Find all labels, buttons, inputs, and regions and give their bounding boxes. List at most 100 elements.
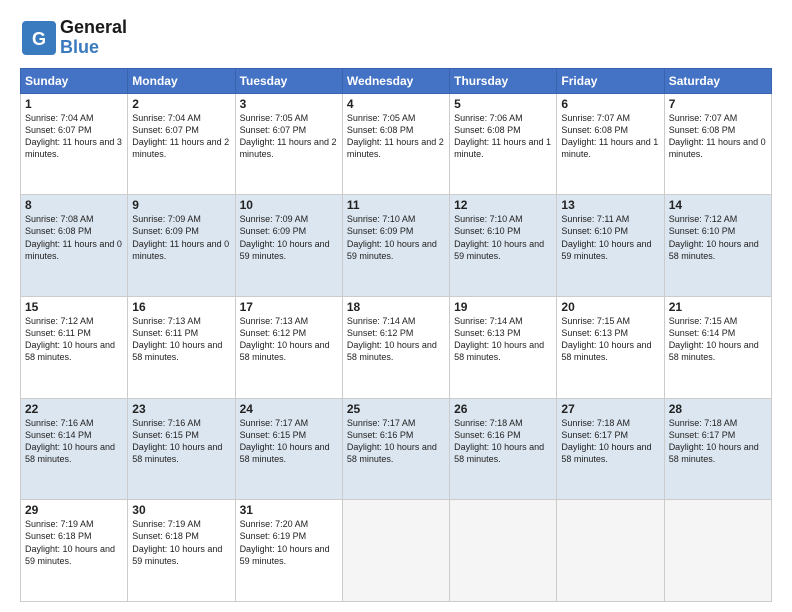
day-number: 5: [454, 97, 552, 111]
day-info: Sunrise: 7:09 AMSunset: 6:09 PMDaylight:…: [240, 213, 338, 262]
table-row: 25Sunrise: 7:17 AMSunset: 6:16 PMDayligh…: [342, 398, 449, 500]
day-info: Sunrise: 7:16 AMSunset: 6:14 PMDaylight:…: [25, 417, 123, 466]
table-row: [342, 500, 449, 602]
day-info: Sunrise: 7:10 AMSunset: 6:09 PMDaylight:…: [347, 213, 445, 262]
day-number: 13: [561, 198, 659, 212]
day-number: 11: [347, 198, 445, 212]
col-tuesday: Tuesday: [235, 68, 342, 93]
day-info: Sunrise: 7:12 AMSunset: 6:11 PMDaylight:…: [25, 315, 123, 364]
calendar-week-row: 8Sunrise: 7:08 AMSunset: 6:08 PMDaylight…: [21, 195, 772, 297]
page: G General Blue Sunday Monday Tuesday Wed…: [0, 0, 792, 612]
day-number: 26: [454, 402, 552, 416]
day-info: Sunrise: 7:05 AMSunset: 6:07 PMDaylight:…: [240, 112, 338, 161]
day-number: 19: [454, 300, 552, 314]
table-row: 18Sunrise: 7:14 AMSunset: 6:12 PMDayligh…: [342, 296, 449, 398]
col-thursday: Thursday: [450, 68, 557, 93]
col-monday: Monday: [128, 68, 235, 93]
day-number: 28: [669, 402, 767, 416]
table-row: 21Sunrise: 7:15 AMSunset: 6:14 PMDayligh…: [664, 296, 771, 398]
col-wednesday: Wednesday: [342, 68, 449, 93]
table-row: 26Sunrise: 7:18 AMSunset: 6:16 PMDayligh…: [450, 398, 557, 500]
table-row: 29Sunrise: 7:19 AMSunset: 6:18 PMDayligh…: [21, 500, 128, 602]
day-info: Sunrise: 7:07 AMSunset: 6:08 PMDaylight:…: [561, 112, 659, 161]
table-row: 27Sunrise: 7:18 AMSunset: 6:17 PMDayligh…: [557, 398, 664, 500]
day-info: Sunrise: 7:07 AMSunset: 6:08 PMDaylight:…: [669, 112, 767, 161]
day-number: 16: [132, 300, 230, 314]
day-number: 1: [25, 97, 123, 111]
day-info: Sunrise: 7:15 AMSunset: 6:13 PMDaylight:…: [561, 315, 659, 364]
table-row: 2Sunrise: 7:04 AMSunset: 6:07 PMDaylight…: [128, 93, 235, 195]
table-row: 20Sunrise: 7:15 AMSunset: 6:13 PMDayligh…: [557, 296, 664, 398]
day-info: Sunrise: 7:17 AMSunset: 6:16 PMDaylight:…: [347, 417, 445, 466]
day-number: 18: [347, 300, 445, 314]
day-number: 25: [347, 402, 445, 416]
calendar-week-row: 1Sunrise: 7:04 AMSunset: 6:07 PMDaylight…: [21, 93, 772, 195]
svg-text:G: G: [32, 29, 46, 49]
day-number: 27: [561, 402, 659, 416]
table-row: 16Sunrise: 7:13 AMSunset: 6:11 PMDayligh…: [128, 296, 235, 398]
table-row: 9Sunrise: 7:09 AMSunset: 6:09 PMDaylight…: [128, 195, 235, 297]
day-number: 6: [561, 97, 659, 111]
day-info: Sunrise: 7:16 AMSunset: 6:15 PMDaylight:…: [132, 417, 230, 466]
day-info: Sunrise: 7:04 AMSunset: 6:07 PMDaylight:…: [132, 112, 230, 161]
table-row: 23Sunrise: 7:16 AMSunset: 6:15 PMDayligh…: [128, 398, 235, 500]
table-row: 15Sunrise: 7:12 AMSunset: 6:11 PMDayligh…: [21, 296, 128, 398]
calendar-week-row: 15Sunrise: 7:12 AMSunset: 6:11 PMDayligh…: [21, 296, 772, 398]
table-row: 30Sunrise: 7:19 AMSunset: 6:18 PMDayligh…: [128, 500, 235, 602]
day-info: Sunrise: 7:08 AMSunset: 6:08 PMDaylight:…: [25, 213, 123, 262]
table-row: 5Sunrise: 7:06 AMSunset: 6:08 PMDaylight…: [450, 93, 557, 195]
col-saturday: Saturday: [664, 68, 771, 93]
table-row: [450, 500, 557, 602]
table-row: 11Sunrise: 7:10 AMSunset: 6:09 PMDayligh…: [342, 195, 449, 297]
day-number: 7: [669, 97, 767, 111]
table-row: 14Sunrise: 7:12 AMSunset: 6:10 PMDayligh…: [664, 195, 771, 297]
table-row: 6Sunrise: 7:07 AMSunset: 6:08 PMDaylight…: [557, 93, 664, 195]
day-number: 22: [25, 402, 123, 416]
table-row: 24Sunrise: 7:17 AMSunset: 6:15 PMDayligh…: [235, 398, 342, 500]
day-info: Sunrise: 7:15 AMSunset: 6:14 PMDaylight:…: [669, 315, 767, 364]
table-row: 13Sunrise: 7:11 AMSunset: 6:10 PMDayligh…: [557, 195, 664, 297]
day-number: 20: [561, 300, 659, 314]
day-number: 24: [240, 402, 338, 416]
day-info: Sunrise: 7:19 AMSunset: 6:18 PMDaylight:…: [25, 518, 123, 567]
table-row: 10Sunrise: 7:09 AMSunset: 6:09 PMDayligh…: [235, 195, 342, 297]
table-row: 12Sunrise: 7:10 AMSunset: 6:10 PMDayligh…: [450, 195, 557, 297]
day-number: 2: [132, 97, 230, 111]
day-number: 17: [240, 300, 338, 314]
day-info: Sunrise: 7:20 AMSunset: 6:19 PMDaylight:…: [240, 518, 338, 567]
col-friday: Friday: [557, 68, 664, 93]
table-row: [557, 500, 664, 602]
table-row: [664, 500, 771, 602]
day-number: 3: [240, 97, 338, 111]
day-number: 9: [132, 198, 230, 212]
day-info: Sunrise: 7:18 AMSunset: 6:17 PMDaylight:…: [669, 417, 767, 466]
day-info: Sunrise: 7:19 AMSunset: 6:18 PMDaylight:…: [132, 518, 230, 567]
day-info: Sunrise: 7:14 AMSunset: 6:13 PMDaylight:…: [454, 315, 552, 364]
header: G General Blue: [20, 18, 772, 58]
day-number: 15: [25, 300, 123, 314]
day-info: Sunrise: 7:18 AMSunset: 6:17 PMDaylight:…: [561, 417, 659, 466]
calendar-week-row: 29Sunrise: 7:19 AMSunset: 6:18 PMDayligh…: [21, 500, 772, 602]
day-info: Sunrise: 7:06 AMSunset: 6:08 PMDaylight:…: [454, 112, 552, 161]
table-row: 7Sunrise: 7:07 AMSunset: 6:08 PMDaylight…: [664, 93, 771, 195]
day-number: 14: [669, 198, 767, 212]
day-number: 8: [25, 198, 123, 212]
day-info: Sunrise: 7:13 AMSunset: 6:11 PMDaylight:…: [132, 315, 230, 364]
calendar-week-row: 22Sunrise: 7:16 AMSunset: 6:14 PMDayligh…: [21, 398, 772, 500]
day-number: 4: [347, 97, 445, 111]
day-info: Sunrise: 7:11 AMSunset: 6:10 PMDaylight:…: [561, 213, 659, 262]
day-number: 30: [132, 503, 230, 517]
calendar-header-row: Sunday Monday Tuesday Wednesday Thursday…: [21, 68, 772, 93]
logo-general: General: [60, 18, 127, 38]
day-info: Sunrise: 7:13 AMSunset: 6:12 PMDaylight:…: [240, 315, 338, 364]
day-info: Sunrise: 7:04 AMSunset: 6:07 PMDaylight:…: [25, 112, 123, 161]
table-row: 1Sunrise: 7:04 AMSunset: 6:07 PMDaylight…: [21, 93, 128, 195]
day-info: Sunrise: 7:14 AMSunset: 6:12 PMDaylight:…: [347, 315, 445, 364]
day-info: Sunrise: 7:05 AMSunset: 6:08 PMDaylight:…: [347, 112, 445, 161]
table-row: 8Sunrise: 7:08 AMSunset: 6:08 PMDaylight…: [21, 195, 128, 297]
table-row: 28Sunrise: 7:18 AMSunset: 6:17 PMDayligh…: [664, 398, 771, 500]
table-row: 31Sunrise: 7:20 AMSunset: 6:19 PMDayligh…: [235, 500, 342, 602]
logo: G General Blue: [20, 18, 127, 58]
calendar-table: Sunday Monday Tuesday Wednesday Thursday…: [20, 68, 772, 602]
logo-blue: Blue: [60, 38, 127, 58]
